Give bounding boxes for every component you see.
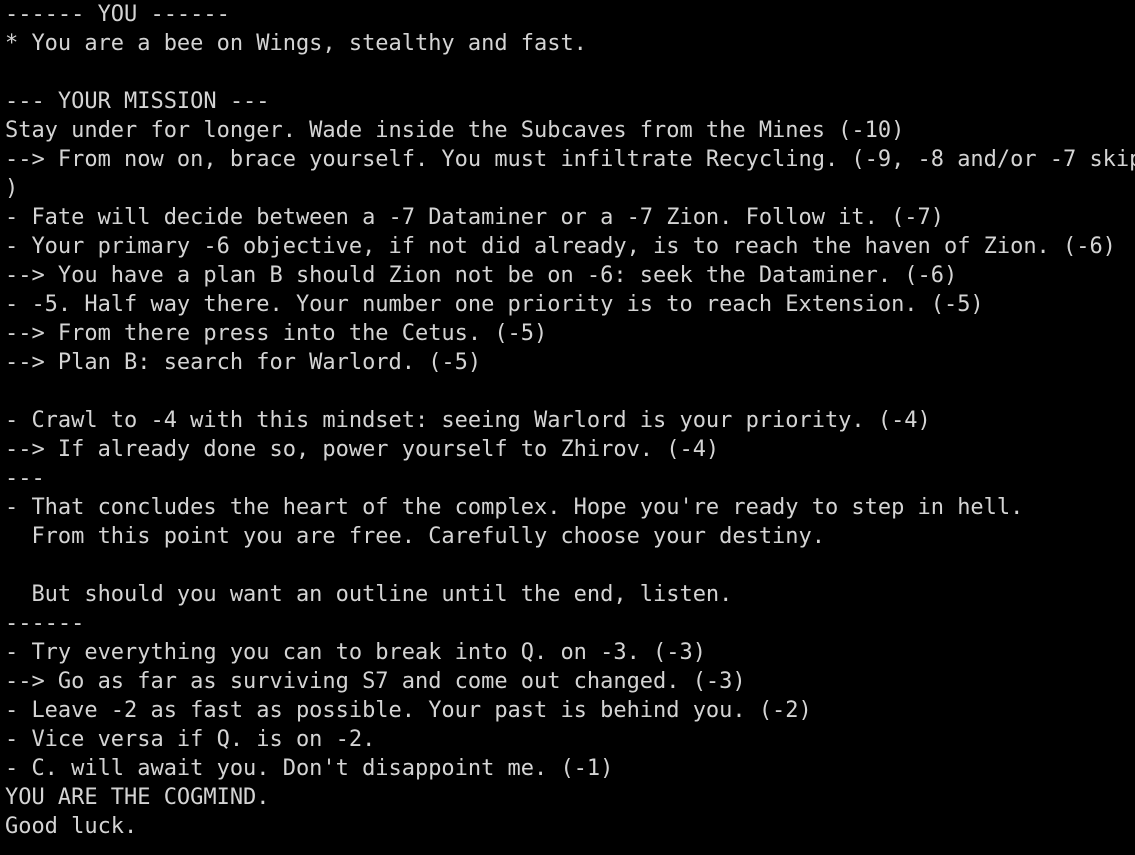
terminal-line: --- YOUR MISSION ---	[5, 89, 270, 114]
terminal-line: - Crawl to -4 with this mindset: seeing …	[5, 408, 931, 433]
terminal-line: - C. will await you. Don't disappoint me…	[5, 756, 614, 781]
terminal-line: --> Go as far as surviving S7 and come o…	[5, 669, 746, 694]
terminal-line: ---	[5, 466, 45, 491]
terminal-line: )	[5, 176, 19, 201]
terminal-line: - -5. Half way there. Your number one pr…	[5, 292, 984, 317]
terminal-output: ------ YOU ------ * You are a bee on Wing…	[0, 0, 1135, 855]
terminal-line: --> If already done so, power yourself t…	[5, 437, 720, 462]
terminal-line: - Try everything you can to break into Q…	[5, 640, 706, 665]
terminal-line: --> You have a plan B should Zion not be…	[5, 263, 958, 288]
terminal-line: --> Plan B: search for Warlord. (-5)	[5, 350, 482, 375]
terminal-line: - Your primary -6 objective, if not did …	[5, 234, 1116, 259]
terminal-line: * You are a bee on Wings, stealthy and f…	[5, 31, 587, 56]
terminal-line: ------ YOU ------	[5, 2, 230, 27]
terminal-line: From this point you are free. Carefully …	[5, 524, 825, 549]
terminal-line: - Vice versa if Q. is on -2.	[5, 727, 376, 752]
terminal-line: YOU ARE THE COGMIND.	[5, 785, 270, 810]
terminal-line: Stay under for longer. Wade inside the S…	[5, 118, 905, 143]
terminal-line: ------	[5, 611, 85, 636]
terminal-line: But should you want an outline until the…	[5, 582, 733, 607]
terminal-line: - That concludes the heart of the comple…	[5, 495, 1024, 520]
terminal-line: --> From there press into the Cetus. (-5…	[5, 321, 548, 346]
terminal-line: Good luck.	[5, 814, 138, 839]
terminal-line: --> From now on, brace yourself. You mus…	[5, 147, 1135, 172]
terminal-line: - Leave -2 as fast as possible. Your pas…	[5, 698, 812, 723]
terminal-line: - Fate will decide between a -7 Datamine…	[5, 205, 944, 230]
